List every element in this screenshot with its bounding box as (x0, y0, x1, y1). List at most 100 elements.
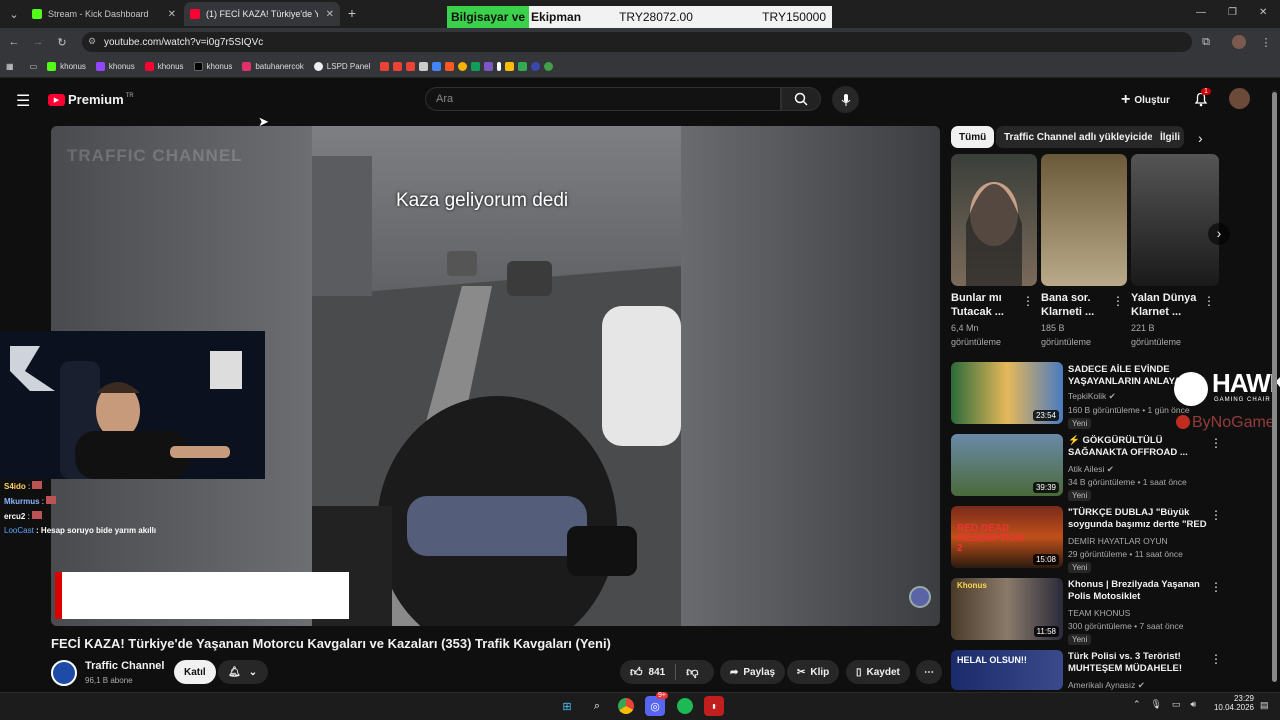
short-menu-icon[interactable]: ⋮ (1203, 294, 1215, 308)
rec-title[interactable]: "TÜRKÇE DUBLAJ "Büyük soygunda başımız d… (1068, 507, 1208, 531)
bookmark-khonus-kick[interactable]: khonus (47, 62, 86, 71)
clock[interactable]: 23:29 10.04.2026 (1210, 694, 1254, 712)
restore-icon[interactable]: ❐ (1228, 7, 1237, 18)
channel-name[interactable]: Traffic Channel (85, 660, 164, 672)
tab-search-icon[interactable]: ⌄ (6, 6, 22, 22)
chip-all[interactable]: Tümü (951, 126, 995, 148)
voice-search-button[interactable] (832, 86, 859, 113)
close-icon[interactable]: ✕ (326, 9, 334, 20)
drive-icon[interactable] (518, 62, 528, 71)
close-window-icon[interactable]: ✕ (1259, 7, 1267, 18)
short-menu-icon[interactable]: ⋮ (1022, 294, 1034, 308)
keep-icon[interactable] (505, 62, 515, 71)
menu-kebab-icon[interactable]: ⋮ (1258, 34, 1274, 50)
bookmark-khonus-x[interactable]: khonus (193, 62, 232, 71)
search-button[interactable] (781, 87, 821, 111)
bookmark-khonus-youtube[interactable]: khonus (144, 62, 184, 71)
rec-channel[interactable]: Amerikalı Aynasız ✔ (1068, 680, 1145, 691)
app-icon[interactable] (458, 62, 468, 71)
apps-icon[interactable]: ▦ (6, 62, 14, 71)
new-tab-icon[interactable]: + (344, 5, 360, 21)
gmail-icon[interactable] (380, 62, 390, 71)
rec-channel[interactable]: Atik Ailesi ✔ (1068, 464, 1114, 475)
create-button[interactable]: + Oluştur (1121, 91, 1170, 109)
notification-center-icon[interactable]: ▤ (1260, 700, 1269, 711)
bookmark-batuhanercok[interactable]: batuhanercok (242, 62, 304, 71)
search-icon[interactable]: ⌕ (587, 696, 607, 716)
app-icon[interactable]: ▮ (704, 696, 724, 716)
rec-thumbnail[interactable]: HELAL OLSUN!! (951, 650, 1063, 690)
volume-icon[interactable]: 🔊︎ (1191, 699, 1197, 710)
gmail-icon[interactable] (406, 62, 416, 71)
youtube-premium-logo[interactable]: ▶ Premium TR (48, 92, 134, 107)
tab-kick-dashboard[interactable]: Stream - Kick Dashboard ✕ (26, 2, 182, 26)
bookmark-khonus-twitch[interactable]: khonus (95, 62, 135, 71)
short-info[interactable]: Bana sor. Klarneti ... 185 B görüntüleme (1041, 291, 1121, 349)
rec-menu-icon[interactable]: ⋮ (1210, 508, 1222, 522)
rec-channel[interactable]: DEMİR HAYATLAR OYUN (1068, 536, 1168, 546)
url-field[interactable]: ⚙ youtube.com/watch?v=i0g7r5SIQVc (82, 32, 1192, 52)
short-thumbnail[interactable] (951, 154, 1037, 286)
app-icon[interactable] (445, 62, 455, 71)
short-info[interactable]: Bunlar mı Tutacak ... 6,4 Mn görüntüleme (951, 291, 1031, 349)
rec-title[interactable]: Türk Polisi vs. 3 Terörist! MUHTEŞEM MÜD… (1068, 651, 1208, 675)
folder-icon[interactable]: ▭ (30, 62, 38, 71)
rec-menu-icon[interactable]: ⋮ (1210, 652, 1222, 666)
scrollbar-thumb[interactable] (1272, 92, 1277, 682)
tab-youtube-video[interactable]: (1) FECİ KAZA! Türkiye'de Yaşan ✕ (184, 2, 340, 26)
calendar-icon[interactable] (432, 62, 442, 71)
search-input[interactable]: Ara (425, 87, 781, 111)
more-actions-button[interactable]: ⋯ (916, 660, 942, 684)
rec-title[interactable]: ⚡ GÖKGÜRÜLTÜLÜ SAĞANAKTA OFFROAD ... (1068, 435, 1208, 459)
rec-menu-icon[interactable]: ⋮ (1210, 436, 1222, 450)
short-thumbnail[interactable] (1041, 154, 1127, 286)
app-icon[interactable] (544, 62, 554, 71)
short-thumbnail[interactable] (1131, 154, 1219, 286)
minimize-icon[interactable]: — (1196, 7, 1206, 18)
chip-from-uploader[interactable]: Traffic Channel adlı yükleyiciden (996, 126, 1168, 148)
discord-icon[interactable]: ◎ 9+ (645, 692, 668, 716)
shorts-next-button[interactable]: › (1208, 223, 1230, 245)
app-icon[interactable] (497, 62, 502, 71)
hamburger-menu-icon[interactable]: ☰ (16, 91, 30, 111)
gmail-icon[interactable] (393, 62, 403, 71)
microphone-icon[interactable]: 🎙︎ (1151, 699, 1162, 710)
rec-channel[interactable]: TEAM KHONUS (1068, 608, 1130, 618)
join-button[interactable]: Katıl (174, 660, 216, 684)
docs-icon[interactable] (419, 62, 429, 71)
rec-channel[interactable]: TepkiKolik ✔ (1068, 391, 1116, 402)
share-button[interactable]: ➦ Paylaş (720, 660, 786, 684)
account-avatar[interactable] (1229, 88, 1250, 109)
windows-start-icon[interactable]: ⊞ (557, 696, 577, 716)
chevron-right-icon[interactable]: › (1198, 130, 1203, 146)
rec-thumbnail[interactable]: Khonus 11:58 (951, 578, 1063, 640)
spotify-icon[interactable] (675, 696, 695, 716)
rec-menu-icon[interactable]: ⋮ (1210, 580, 1222, 594)
rec-thumbnail[interactable]: RED DEAD REDEMPTION 2 15:08 (951, 506, 1063, 568)
network-icon[interactable]: ▭ (1172, 699, 1181, 710)
chip-related[interactable]: İlgili (1152, 126, 1184, 148)
channel-avatar[interactable] (51, 660, 77, 686)
profile-avatar[interactable] (1232, 35, 1246, 49)
dislike-button[interactable]: 👎︎ (686, 665, 698, 680)
extensions-icon[interactable]: ⧉ (1198, 34, 1214, 50)
forms-icon[interactable] (484, 62, 494, 71)
rec-thumbnail[interactable]: 39:39 (951, 434, 1063, 496)
rec-title[interactable]: Khonus | Brezilyada Yaşanan Polis Motosi… (1068, 579, 1208, 603)
site-info-icon[interactable]: ⚙ (88, 36, 96, 47)
short-menu-icon[interactable]: ⋮ (1112, 294, 1124, 308)
back-icon[interactable]: ← (6, 34, 22, 50)
short-info[interactable]: Yalan Dünya Klarnet ... 221 B görüntülem… (1131, 291, 1211, 349)
bookmark-lspd-panel[interactable]: LSPD Panel (313, 62, 370, 71)
chevron-up-icon[interactable]: ⌃ (1133, 699, 1141, 710)
notifications-button[interactable]: 1 (1193, 88, 1211, 112)
like-button[interactable]: 👍︎ 841 (630, 665, 665, 680)
rec-thumbnail[interactable]: 23:54 (951, 362, 1063, 424)
save-button[interactable]: ▯ Kaydet (846, 660, 910, 684)
reload-icon[interactable]: ↻ (54, 34, 70, 50)
app-icon[interactable] (531, 62, 541, 71)
chrome-icon[interactable] (616, 696, 636, 716)
forward-icon[interactable]: → (30, 34, 46, 50)
channel-branding-watermark[interactable] (909, 586, 931, 608)
subscribe-bell-button[interactable]: 🔔︎ ⌄ (218, 660, 268, 684)
